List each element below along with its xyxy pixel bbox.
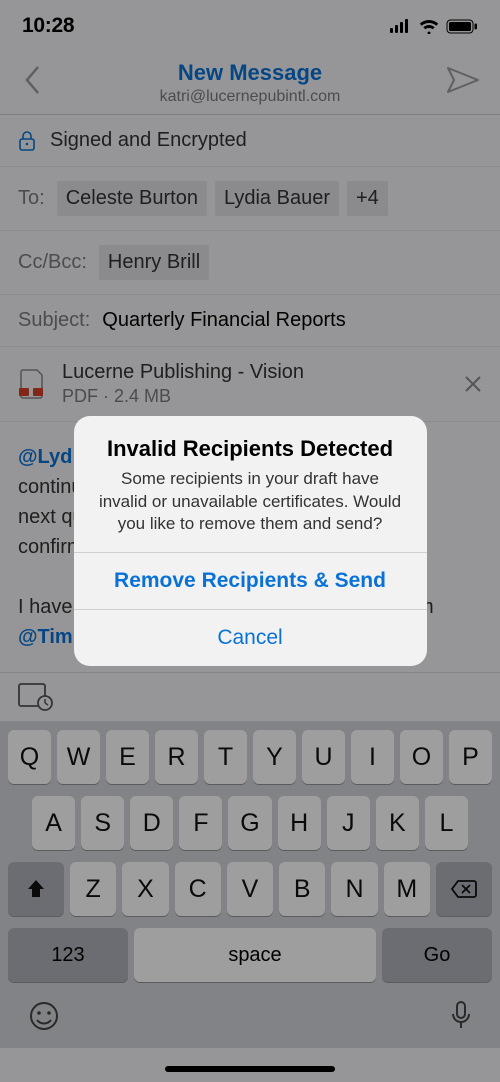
cancel-button[interactable]: Cancel — [74, 609, 427, 666]
alert-dialog: Invalid Recipients Detected Some recipie… — [74, 416, 427, 667]
alert-title: Invalid Recipients Detected — [96, 436, 405, 462]
remove-and-send-button[interactable]: Remove Recipients & Send — [74, 552, 427, 609]
alert-text: Some recipients in your draft have inval… — [96, 468, 405, 537]
modal-overlay: Invalid Recipients Detected Some recipie… — [0, 0, 500, 1082]
